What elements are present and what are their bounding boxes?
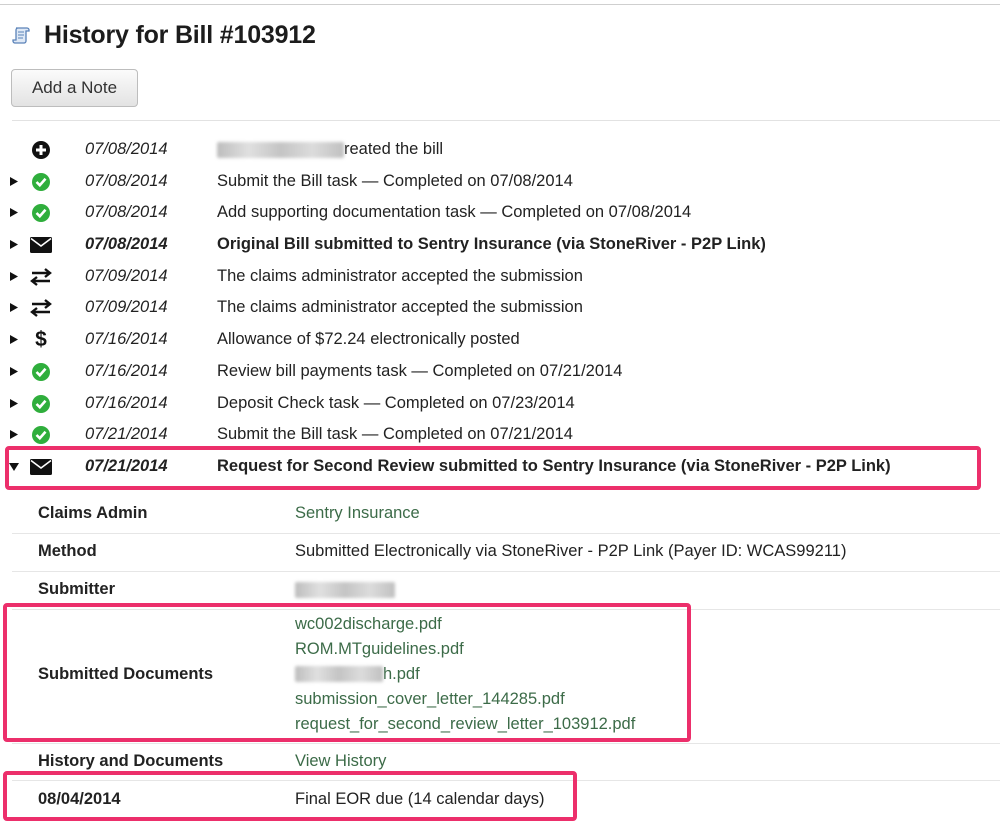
redacted-submitter bbox=[295, 580, 395, 599]
history-event-row: $ 07/16/2014 Allowance of $72.24 electro… bbox=[0, 324, 1000, 355]
document-link[interactable]: ROM.MTguidelines.pdf bbox=[295, 640, 464, 659]
exchange-icon bbox=[30, 266, 52, 288]
history-event-row: 07/09/2014 The claims administrator acce… bbox=[0, 292, 1000, 323]
event-description: Allowance of $72.24 electronically poste… bbox=[217, 330, 520, 348]
history-event-row: 07/08/2014 Submit the Bill task — Comple… bbox=[0, 166, 1000, 197]
detail-value: Submitted Electronically via StoneRiver … bbox=[295, 542, 847, 560]
detail-label: Submitter bbox=[38, 580, 116, 598]
event-description: Review bill payments task — Completed on… bbox=[217, 362, 623, 380]
divider bbox=[12, 120, 1000, 121]
divider bbox=[12, 743, 1000, 744]
expand-toggle-icon[interactable] bbox=[9, 207, 19, 219]
divider bbox=[12, 780, 1000, 781]
check-circle-icon bbox=[30, 171, 52, 193]
event-description: Original Bill submitted to Sentry Insura… bbox=[217, 235, 766, 253]
divider bbox=[12, 609, 1000, 610]
detail-label: Submitted Documents bbox=[38, 665, 214, 683]
event-date: 07/08/2014 bbox=[85, 172, 168, 190]
expand-toggle-icon[interactable] bbox=[9, 239, 19, 251]
scroll-icon bbox=[12, 27, 30, 44]
expand-toggle-icon[interactable] bbox=[9, 398, 19, 410]
event-date: 07/09/2014 bbox=[85, 267, 168, 285]
envelope-icon bbox=[30, 234, 52, 256]
claims-admin-link[interactable]: Sentry Insurance bbox=[295, 504, 420, 523]
view-history-link[interactable]: View History bbox=[295, 752, 386, 771]
history-event-row: 07/16/2014 Deposit Check task — Complete… bbox=[0, 388, 1000, 419]
history-event-row: 07/08/2014 Original Bill submitted to Se… bbox=[0, 229, 1000, 260]
history-event-row: 07/16/2014 Review bill payments task — C… bbox=[0, 356, 1000, 387]
event-description: The claims administrator accepted the su… bbox=[217, 267, 583, 285]
plus-circle-icon bbox=[30, 139, 52, 161]
expand-toggle-icon[interactable] bbox=[9, 334, 19, 346]
due-description: Final EOR due (14 calendar days) bbox=[295, 790, 545, 808]
history-event-row: 07/21/2014 Submit the Bill task — Comple… bbox=[0, 419, 1000, 450]
expand-toggle-icon[interactable] bbox=[9, 429, 19, 441]
page-header: History for Bill #103912 bbox=[12, 18, 316, 52]
event-date: 07/16/2014 bbox=[85, 362, 168, 380]
event-description: reated the bill bbox=[217, 140, 443, 159]
redacted-name bbox=[217, 141, 344, 158]
event-date: 07/21/2014 bbox=[85, 425, 168, 443]
detail-label: History and Documents bbox=[38, 752, 224, 770]
event-description: Submit the Bill task — Completed on 07/0… bbox=[217, 172, 573, 190]
history-event-row-expanded: 07/21/2014 Request for Second Review sub… bbox=[0, 451, 1000, 482]
expand-toggle-icon[interactable] bbox=[9, 366, 19, 378]
collapse-toggle-icon[interactable] bbox=[9, 461, 19, 473]
dollar-icon: $ bbox=[35, 327, 47, 351]
event-description: Request for Second Review submitted to S… bbox=[217, 457, 891, 475]
event-date: 07/21/2014 bbox=[85, 457, 168, 475]
event-date: 07/09/2014 bbox=[85, 298, 168, 316]
check-circle-icon bbox=[30, 393, 52, 415]
document-link[interactable]: h.pdf bbox=[295, 665, 420, 684]
history-event-row: 07/09/2014 The claims administrator acce… bbox=[0, 261, 1000, 292]
detail-label: Method bbox=[38, 542, 97, 560]
event-date: 07/08/2014 bbox=[85, 140, 168, 158]
event-date: 07/08/2014 bbox=[85, 235, 168, 253]
add-note-button[interactable]: Add a Note bbox=[11, 69, 138, 107]
event-description: Deposit Check task — Completed on 07/23/… bbox=[217, 394, 575, 412]
exchange-icon bbox=[30, 297, 52, 319]
expand-toggle-icon[interactable] bbox=[9, 271, 19, 283]
event-date: 07/08/2014 bbox=[85, 203, 168, 221]
detail-label: Claims Admin bbox=[38, 504, 148, 522]
event-date: 07/16/2014 bbox=[85, 394, 168, 412]
check-circle-icon bbox=[30, 361, 52, 383]
expand-toggle-icon[interactable] bbox=[9, 302, 19, 314]
event-description: The claims administrator accepted the su… bbox=[217, 298, 583, 316]
envelope-icon bbox=[30, 456, 52, 478]
expand-toggle-icon[interactable] bbox=[9, 176, 19, 188]
due-date: 08/04/2014 bbox=[38, 790, 121, 808]
divider bbox=[12, 571, 1000, 572]
document-link[interactable]: wc002discharge.pdf bbox=[295, 615, 442, 634]
check-circle-icon bbox=[30, 202, 52, 224]
page-title: History for Bill #103912 bbox=[44, 20, 316, 49]
event-description: Submit the Bill task — Completed on 07/2… bbox=[217, 425, 573, 443]
history-event-row: 07/08/2014 reated the bill bbox=[0, 134, 1000, 165]
top-divider bbox=[0, 4, 1000, 5]
check-circle-icon bbox=[30, 424, 52, 446]
document-link[interactable]: request_for_second_review_letter_103912.… bbox=[295, 715, 635, 734]
document-link[interactable]: submission_cover_letter_144285.pdf bbox=[295, 690, 565, 709]
history-event-row: 07/08/2014 Add supporting documentation … bbox=[0, 197, 1000, 228]
event-description: Add supporting documentation task — Comp… bbox=[217, 203, 692, 221]
divider bbox=[12, 533, 1000, 534]
event-date: 07/16/2014 bbox=[85, 330, 168, 348]
